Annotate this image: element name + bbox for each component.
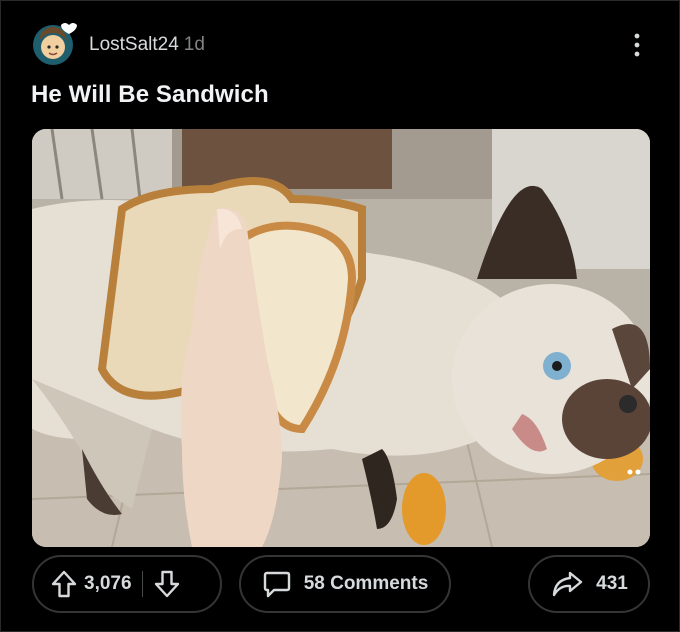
avatar-icon[interactable]: [31, 21, 77, 67]
share-count: 431: [596, 573, 628, 594]
comment-bubble-icon: [262, 569, 292, 599]
arrow-down-icon[interactable]: [153, 569, 181, 599]
more-vertical-icon[interactable]: [629, 31, 645, 59]
post-image[interactable]: [32, 129, 650, 547]
share-arrow-icon: [550, 569, 584, 599]
vote-divider: [141, 571, 143, 597]
comments-button[interactable]: 58 Comments: [239, 555, 451, 613]
post-age: 1d: [183, 34, 205, 55]
vote-pill: 3,076: [32, 555, 222, 613]
author-line: LostSalt24 1d: [89, 33, 205, 57]
post-card: LostSalt24 1d He Will Be Sandwich 3,076 …: [0, 0, 680, 632]
username-link[interactable]: LostSalt24: [89, 34, 179, 55]
upvote-count: 3,076: [84, 573, 132, 594]
post-header: LostSalt24 1d: [31, 21, 659, 69]
action-bar: 3,076 58 Comments 431: [32, 555, 650, 615]
share-button[interactable]: 431: [528, 555, 650, 613]
post-title[interactable]: He Will Be Sandwich: [31, 81, 269, 109]
arrow-up-icon[interactable]: [50, 569, 78, 599]
comments-label: 58 Comments: [303, 573, 429, 594]
